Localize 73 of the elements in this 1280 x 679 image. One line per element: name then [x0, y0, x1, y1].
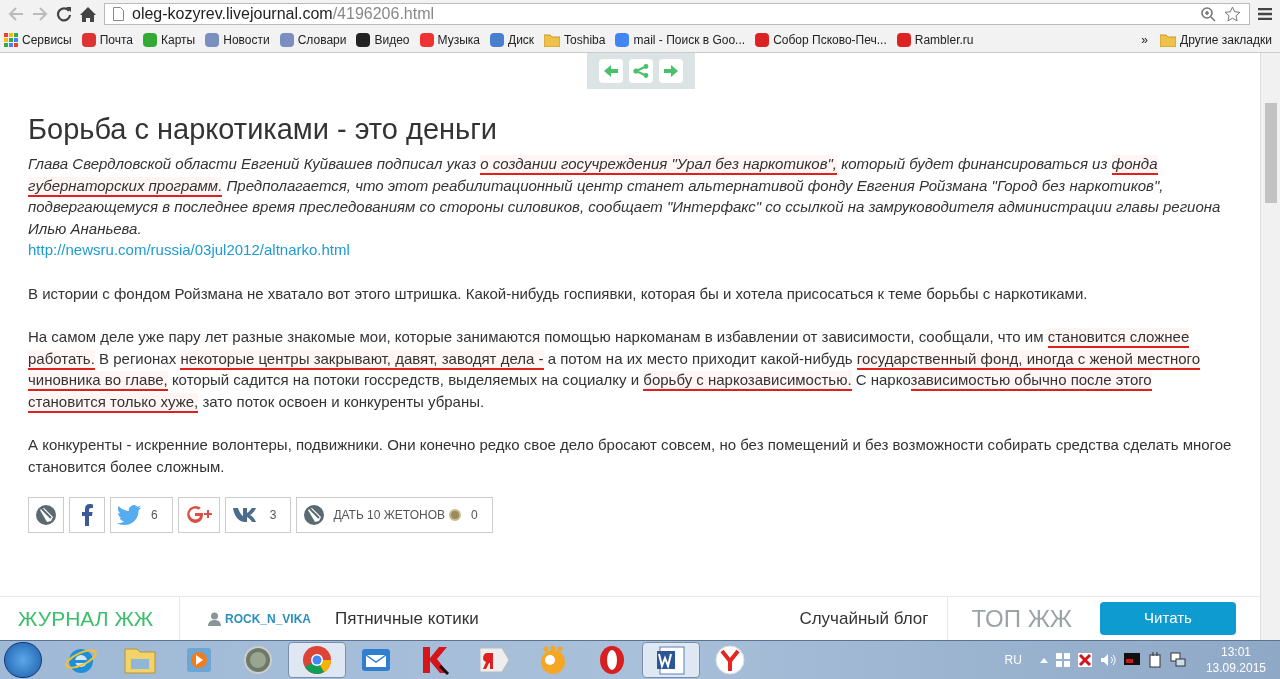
- bookmark-item[interactable]: mail - Поиск в Goo...: [615, 31, 746, 49]
- post-author[interactable]: ROCK_N_VIKA: [208, 609, 311, 628]
- bookmark-item[interactable]: Rambler.ru: [896, 31, 974, 49]
- taskbar-app[interactable]: [288, 642, 346, 678]
- folder-icon: [544, 33, 561, 47]
- coin-icon: [449, 509, 461, 521]
- bookmark-favicon-icon: [896, 33, 911, 47]
- monitor-icon[interactable]: [1123, 653, 1140, 667]
- page-icon: [113, 7, 124, 21]
- scrollbar[interactable]: [1260, 53, 1280, 640]
- bookmark-item[interactable]: Диск: [490, 31, 535, 49]
- bookmark-favicon-icon: [356, 33, 371, 47]
- article-title: Борьба с наркотиками - это деньги: [28, 112, 498, 147]
- reload-icon[interactable]: [56, 6, 72, 22]
- bookmark-item[interactable]: Музыка: [419, 31, 480, 49]
- y-circle-icon: [713, 644, 747, 676]
- bookmark-favicon-icon: [279, 33, 294, 47]
- bookmark-item[interactable]: Видео: [356, 31, 410, 49]
- pencil-badge-icon: [303, 504, 326, 526]
- share-button[interactable]: 6: [110, 497, 173, 533]
- facebook-icon: [81, 504, 93, 526]
- bookmark-favicon-icon: [755, 33, 770, 47]
- bookmark-item[interactable]: Toshiba: [544, 31, 606, 49]
- pencil-badge-icon: [35, 504, 57, 526]
- share-button[interactable]: [177, 497, 220, 533]
- share-icon[interactable]: [629, 59, 653, 83]
- home-icon[interactable]: [80, 6, 96, 22]
- speaker-icon[interactable]: [1099, 653, 1116, 667]
- taskbar-app[interactable]: [642, 642, 700, 678]
- share-button[interactable]: [69, 497, 105, 533]
- bird-icon: [117, 505, 141, 525]
- url-text: oleg-kozyrev.livejournal.com/4196206.html: [132, 4, 436, 24]
- bookmark-item[interactable]: Карты: [143, 31, 196, 49]
- ya-tag-icon: [477, 645, 511, 675]
- other-bookmarks-item[interactable]: Другие закладки: [1156, 31, 1276, 49]
- bookmark-item[interactable]: Сервисы: [4, 31, 72, 49]
- bookmark-item[interactable]: Словари: [279, 31, 347, 49]
- more-bookmarks-button[interactable]: »: [1133, 31, 1157, 49]
- start-button[interactable]: [4, 642, 42, 678]
- bookmark-item[interactable]: Новости: [205, 31, 270, 49]
- article-paragraph: А конкуренты - искренние волонтеры, подвижники. Они конечно редко свое дело бросают совсем, но без помещений и без возможности собирать средства сделать многое становится более сложным.: [28, 435, 1232, 477]
- apps-grid-icon: [4, 33, 18, 47]
- up-triangle-icon[interactable]: [1039, 657, 1048, 663]
- k-shield-icon[interactable]: [1077, 653, 1092, 667]
- disc-icon: [241, 644, 275, 676]
- plug-icon[interactable]: [1147, 652, 1162, 668]
- folder-icon: [1160, 33, 1177, 47]
- windows-flag-icon[interactable]: [1055, 653, 1070, 667]
- bookmark-favicon-icon: [143, 33, 158, 47]
- chrome-icon: [300, 644, 334, 676]
- folder-icon: [123, 645, 157, 675]
- w-document-icon: [654, 644, 688, 676]
- article-paragraph: Глава Свердловской области Евгений Куйвашев подписал указ о создании госучреждения "Урал без наркотиков", который будет финансироваться из фонда губернаторских программ. Предполагается, что этот реабилитационный центр станет альтернативой фонду Евгения Ройзмана "Город без наркотиков", подвергающемуся в последнее время преследованиям со стороны силовиков, сообщает "Интерфакс" со ссылкой на замруководителя администрации главы региона Илью Ананьева.: [28, 154, 1222, 239]
- network-icon[interactable]: [1169, 652, 1186, 668]
- share-button[interactable]: 3: [224, 497, 292, 533]
- google-plus-icon: [184, 504, 213, 526]
- article-paragraph: На самом деле уже пару лет разные знакомые мои, которые занимаются помощью наркоманам в избавлении от зависимости, сообщали, что им становится сложнее работать. В регионах некоторые центры закрывают, давят, заводят дела - а потом на их место приходит какой-нибудь государственный фонд, иногда с женой местного чиновника во главе, который садится на потоки госсредств, выделяемых на социалку и борьбу с наркозависимостью. С наркозависимостью обычно после этого становится только хуже, зато поток освоен и конкуренты убраны.: [28, 326, 1232, 412]
- zoom-icon[interactable]: [1201, 6, 1216, 22]
- bookmark-favicon-icon: [205, 33, 220, 47]
- bookmark-favicon-icon: [81, 33, 96, 47]
- bookmark-favicon-icon: [490, 33, 504, 47]
- bookmark-favicon-icon: [615, 33, 630, 47]
- share-button[interactable]: [28, 497, 64, 533]
- user-icon: [208, 611, 221, 626]
- give-tokens-button[interactable]: ДАТЬ 10 ЖЕТОНОВ 0: [296, 497, 493, 533]
- bookmark-item[interactable]: Собор Псково-Печ...: [755, 31, 887, 49]
- bookmark-item[interactable]: Почта: [81, 31, 134, 49]
- bookmark-favicon-icon: [419, 33, 434, 47]
- star-icon[interactable]: [1224, 6, 1241, 22]
- address-bar[interactable]: oleg-kozyrev.livejournal.com/4196206.html: [104, 3, 1250, 25]
- menu-icon[interactable]: [1258, 8, 1272, 20]
- post-link[interactable]: Пятничные котики: [335, 605, 800, 632]
- article-paragraph: В истории с фондом Ройзмана не хватало вот этого штришка. Какой-нибудь госпиявки, которая бы и хотела присосаться к теме борьбы с наркотиками.: [28, 283, 1089, 304]
